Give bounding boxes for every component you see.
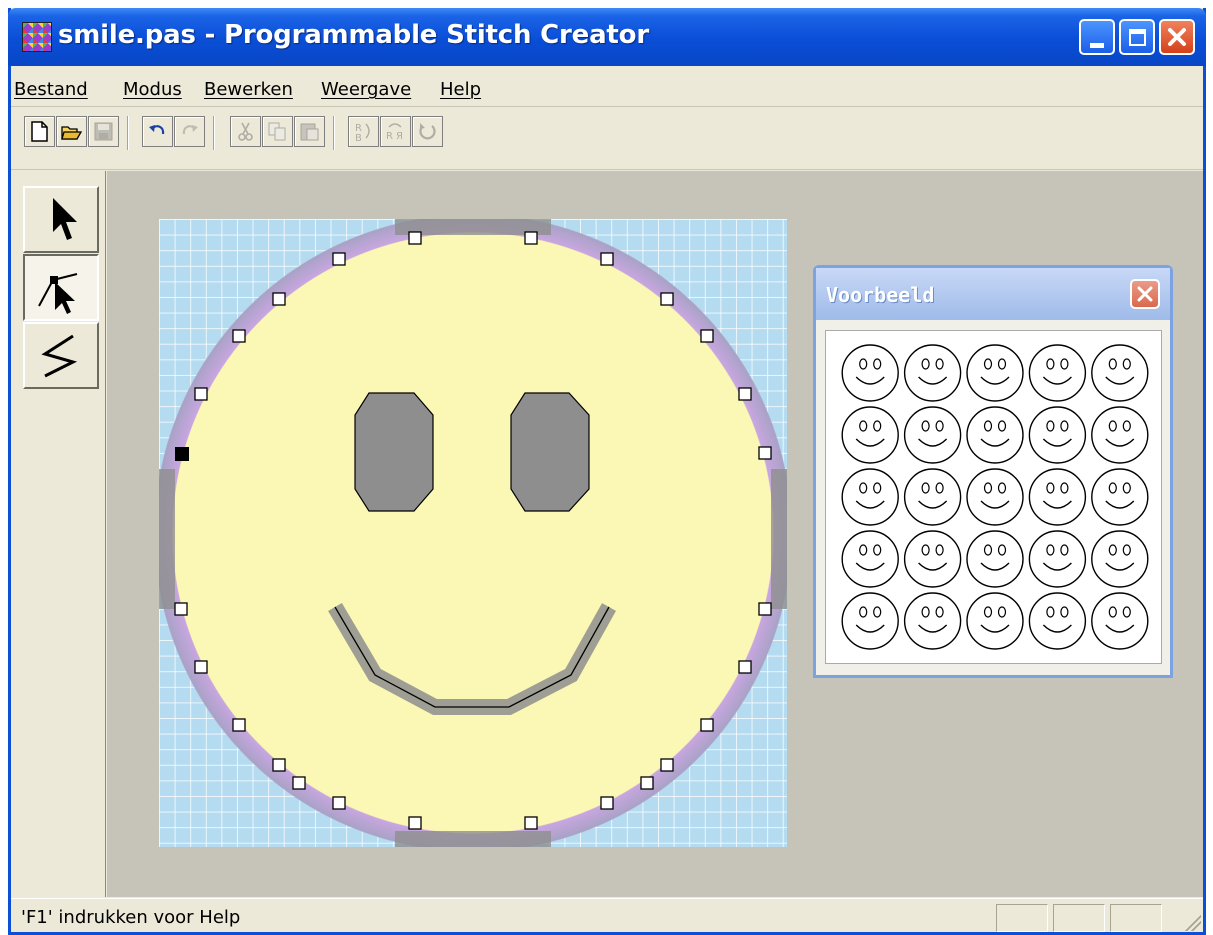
svg-text:Я: Я: [396, 131, 403, 142]
node-pointer-icon: [38, 273, 78, 314]
preview-area: [825, 330, 1162, 664]
menu-weergave[interactable]: Weergave: [321, 79, 411, 100]
menu-bar: Bestand Modus Bewerken Weergave Help: [11, 69, 1203, 107]
mirror-both-icon: R Я: [386, 123, 403, 142]
smiley-icon: [841, 468, 899, 526]
menu-bewerken[interactable]: Bewerken: [204, 79, 293, 100]
smiley-icon: [966, 468, 1024, 526]
new-file-button[interactable]: [24, 116, 55, 147]
maximize-icon: [1129, 29, 1146, 46]
paste-icon: [300, 123, 319, 141]
status-bar: 'F1' indrukken voor Help: [11, 898, 1203, 935]
close-icon: [1168, 28, 1186, 46]
save-icon: [94, 122, 113, 141]
smiley-icon: [1091, 592, 1149, 650]
preview-close-button[interactable]: [1130, 279, 1160, 309]
app-window: smile.pas - Programmable Stitch Creator …: [8, 8, 1206, 935]
smiley-icon: [1028, 468, 1087, 526]
smiley-icon: [1091, 468, 1149, 526]
menu-modus[interactable]: Modus: [123, 79, 182, 100]
close-button[interactable]: [1159, 19, 1195, 55]
toolbar: R B R Я: [11, 108, 1203, 170]
preview-window[interactable]: Voorbeeld: [813, 265, 1173, 678]
save-button[interactable]: [88, 116, 119, 147]
mirror-icon: R B: [355, 123, 370, 143]
smiley-icon: [841, 406, 899, 464]
minimize-icon: [1090, 43, 1104, 48]
new-file-icon: [31, 121, 48, 142]
smiley-icon: [1028, 406, 1087, 464]
cut-icon: [238, 122, 253, 141]
smiley-icon: [966, 406, 1024, 464]
copy-icon: [268, 122, 286, 141]
smiley-icon: [1091, 530, 1149, 588]
toolbar-separator: [213, 116, 215, 150]
maximize-button[interactable]: [1119, 19, 1155, 55]
node-tool[interactable]: [23, 254, 99, 321]
toolbar-separator: [333, 116, 335, 150]
smiley-icon: [903, 344, 962, 402]
node-markers: [174, 231, 772, 830]
redo-button[interactable]: [174, 116, 205, 147]
svg-text:R: R: [386, 131, 393, 142]
stitch-grid[interactable]: [159, 219, 787, 847]
rotate-button[interactable]: [412, 116, 443, 147]
smiley-icon: [1028, 530, 1087, 588]
open-folder-icon: [61, 126, 83, 140]
left-eye: [354, 392, 434, 512]
zigzag-icon: [41, 334, 78, 378]
status-text: 'F1' indrukken voor Help: [21, 907, 241, 928]
rotate-icon: [419, 123, 436, 140]
copy-button[interactable]: [262, 116, 293, 147]
smiley-design: [159, 219, 787, 847]
arrow-pointer-icon: [53, 198, 77, 240]
minimize-button[interactable]: [1079, 19, 1115, 55]
resize-grip[interactable]: [1183, 913, 1201, 931]
status-panel-2: [1053, 904, 1105, 932]
mouth: [328, 602, 616, 715]
smiley-icon: [841, 592, 899, 650]
smiley-icon: [966, 344, 1024, 402]
smiley-icon: [903, 530, 962, 588]
paste-button[interactable]: [294, 116, 325, 147]
preview-title-bar[interactable]: Voorbeeld: [816, 268, 1170, 320]
open-button[interactable]: [56, 116, 87, 147]
smiley-icon: [1028, 344, 1087, 402]
redo-icon: [182, 125, 198, 135]
smiley-icon: [841, 344, 899, 402]
smiley-icon: [1091, 344, 1149, 402]
stitch-tool[interactable]: [23, 322, 99, 389]
selected-node: [175, 447, 189, 461]
svg-text:B: B: [355, 133, 362, 143]
preview-tile-grid: [841, 344, 1149, 650]
menu-help[interactable]: Help: [440, 79, 481, 100]
status-panel-3: [1110, 904, 1162, 932]
smiley-icon: [903, 468, 962, 526]
smiley-icon: [966, 530, 1024, 588]
smiley-icon: [903, 406, 962, 464]
smiley-icon: [903, 592, 962, 650]
mirror-button[interactable]: R B: [348, 116, 379, 147]
mirror-both-button[interactable]: R Я: [380, 116, 411, 147]
app-icon[interactable]: [22, 22, 52, 52]
smiley-icon: [841, 530, 899, 588]
title-bar[interactable]: smile.pas - Programmable Stitch Creator: [8, 8, 1206, 66]
window-title: smile.pas - Programmable Stitch Creator: [58, 20, 649, 50]
status-panel-1: [996, 904, 1048, 932]
select-tool[interactable]: [23, 186, 99, 253]
tool-palette: [11, 171, 106, 897]
smiley-icon: [1028, 592, 1087, 650]
cut-button[interactable]: [230, 116, 261, 147]
menu-bestand[interactable]: Bestand: [14, 79, 88, 100]
toolbar-separator: [127, 116, 129, 150]
close-icon: [1137, 286, 1153, 302]
smiley-icon: [966, 592, 1024, 650]
preview-title: Voorbeeld: [826, 283, 935, 307]
undo-button[interactable]: [142, 116, 173, 147]
undo-icon: [149, 125, 165, 135]
smiley-icon: [1091, 406, 1149, 464]
right-eye: [510, 392, 590, 512]
